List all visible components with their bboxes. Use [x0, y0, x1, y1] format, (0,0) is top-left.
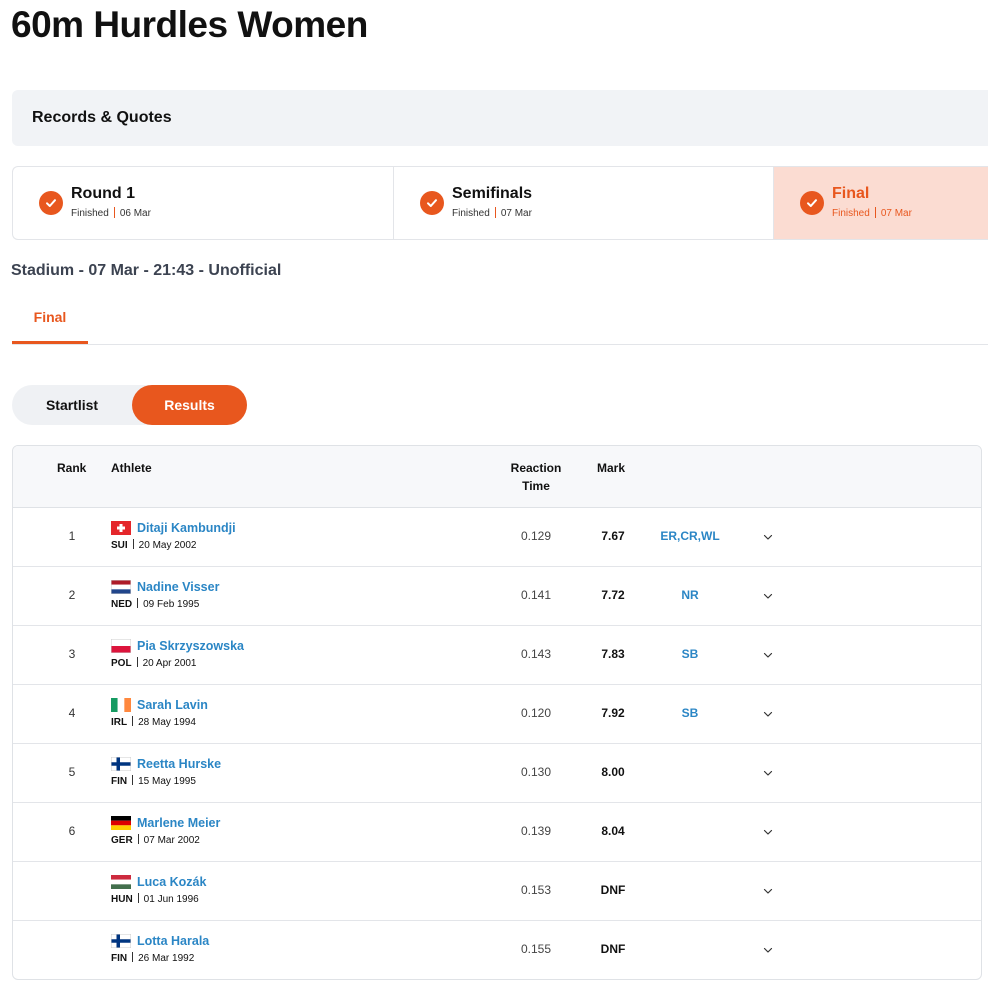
results-button[interactable]: Results	[132, 385, 247, 425]
chevron-down-icon[interactable]	[761, 589, 775, 603]
flag-irl-icon	[111, 698, 131, 712]
athlete-name-link[interactable]: Reetta Hurske	[137, 757, 221, 771]
venue-info: Stadium - 07 Mar - 21:43 - Unofficial	[11, 262, 282, 279]
rank-cell: 3	[68, 647, 76, 661]
check-icon	[39, 191, 63, 215]
table-row: Lotta Harala FIN 26 Mar 1992 0.155 DNF	[13, 921, 981, 979]
records-quotes-label: Records & Quotes	[32, 109, 172, 126]
results-table: Rank Athlete Reaction Time Mark 1 Ditaji K…	[12, 445, 982, 980]
rank-cell: 1	[68, 529, 76, 543]
final-round-tab[interactable]: Final Finished 07 Mar	[773, 167, 988, 239]
reaction-time-cell: 0.143	[520, 647, 552, 661]
reaction-time-cell: 0.130	[520, 765, 552, 779]
rank-cell: 5	[68, 765, 76, 779]
chevron-down-icon[interactable]	[761, 707, 775, 721]
mark-cell: 8.00	[601, 765, 625, 779]
flag-sui-icon	[111, 521, 131, 535]
records-quotes-toggle[interactable]: Records & Quotes	[12, 90, 988, 146]
athlete-details: GER 07 Mar 2002	[111, 834, 200, 846]
flag-ned-icon	[111, 580, 131, 594]
round-meta: Finished 07 Mar	[832, 206, 912, 219]
athlete-name-link[interactable]: Pia Skrzyszowska	[137, 639, 244, 653]
reaction-time-cell: 0.155	[520, 942, 552, 956]
athlete-name-link[interactable]: Nadine Visser	[137, 580, 219, 594]
check-icon	[420, 191, 444, 215]
tab-final[interactable]: Final	[12, 292, 88, 344]
athlete-details: POL 20 Apr 2001	[111, 657, 197, 669]
table-row: Luca Kozák HUN 01 Jun 1996 0.153 DNF	[13, 862, 981, 921]
mark-cell: 8.04	[601, 824, 625, 838]
records-cell: SB	[681, 647, 699, 661]
athlete-name-link[interactable]: Marlene Meier	[137, 816, 220, 830]
athlete-name-link[interactable]: Ditaji Kambundji	[137, 521, 236, 535]
athlete-details: NED 09 Feb 1995	[111, 598, 200, 610]
reaction-time-cell: 0.139	[520, 824, 552, 838]
athlete-details: SUI 20 May 2002	[111, 539, 197, 551]
chevron-down-icon[interactable]	[761, 648, 775, 662]
reaction-time-cell: 0.129	[520, 529, 552, 543]
chevron-down-icon[interactable]	[761, 530, 775, 544]
round-1-tab[interactable]: Round 1 Finished 06 Mar	[13, 167, 393, 239]
round-meta: Finished 06 Mar	[71, 206, 151, 219]
round-selector: Round 1 Finished 06 Mar Semifinals Finish…	[12, 166, 988, 240]
reaction-time-cell: 0.120	[520, 706, 552, 720]
header-athlete: Athlete	[111, 461, 152, 475]
rank-cell: 4	[68, 706, 76, 720]
chevron-down-icon[interactable]	[761, 884, 775, 898]
flag-fin-icon	[111, 757, 131, 771]
athlete-details: FIN 26 Mar 1992	[111, 952, 195, 964]
rank-cell: 2	[68, 588, 76, 602]
check-icon	[800, 191, 824, 215]
table-row: 2 Nadine Visser NED 09 Feb 1995 0.141 7.72 NR	[13, 567, 981, 626]
flag-pol-icon	[111, 639, 131, 653]
table-row: 1 Ditaji Kambundji SUI 20 May 2002 0.129 7.67…	[13, 508, 981, 567]
mark-cell: DNF	[600, 883, 626, 897]
reaction-time-cell: 0.141	[520, 588, 552, 602]
mark-cell: 7.83	[601, 647, 625, 661]
athlete-details: HUN 01 Jun 1996	[111, 893, 199, 905]
table-row: 5 Reetta Hurske FIN 15 May 1995 0.130 8.00	[13, 744, 981, 803]
round-meta: Finished 07 Mar	[452, 206, 532, 219]
athlete-name-link[interactable]: Sarah Lavin	[137, 698, 208, 712]
startlist-button[interactable]: Startlist	[12, 385, 132, 425]
mark-cell: 7.67	[601, 529, 625, 543]
athlete-details: FIN 15 May 1995	[111, 775, 196, 787]
records-cell: SB	[681, 706, 699, 720]
header-mark: Mark	[597, 461, 626, 475]
mark-cell: 7.72	[601, 588, 625, 602]
flag-fin-icon	[111, 934, 131, 948]
round-name: Round 1	[71, 184, 135, 202]
semifinals-tab[interactable]: Semifinals Finished 07 Mar	[393, 167, 773, 239]
page-title: 60m Hurdles Women	[11, 4, 368, 45]
athlete-details: IRL 28 May 1994	[111, 716, 196, 728]
table-row: 3 Pia Skrzyszowska POL 20 Apr 2001 0.143 7.83…	[13, 626, 981, 685]
flag-ger-icon	[111, 816, 131, 830]
records-cell: ER,CR,WL	[660, 529, 720, 543]
records-cell: NR	[681, 588, 699, 602]
header-rank: Rank	[57, 461, 87, 475]
athlete-name-link[interactable]: Luca Kozák	[137, 875, 206, 889]
mark-cell: DNF	[600, 942, 626, 956]
flag-hun-icon	[111, 875, 131, 889]
chevron-down-icon[interactable]	[761, 766, 775, 780]
header-reaction-time: Reaction Time	[510, 461, 562, 493]
round-name: Final	[832, 184, 870, 202]
chevron-down-icon[interactable]	[761, 943, 775, 957]
round-name: Semifinals	[452, 184, 533, 202]
view-toggle: Startlist Results	[12, 385, 247, 425]
heat-tabs: Final	[12, 292, 988, 345]
mark-cell: 7.92	[601, 706, 625, 720]
table-row: 4 Sarah Lavin IRL 28 May 1994 0.120 7.92 SB	[13, 685, 981, 744]
table-header: Rank Athlete Reaction Time Mark	[13, 446, 981, 508]
rank-cell: 6	[68, 824, 76, 838]
athlete-name-link[interactable]: Lotta Harala	[137, 934, 209, 948]
reaction-time-cell: 0.153	[520, 883, 552, 897]
chevron-down-icon[interactable]	[761, 825, 775, 839]
table-row: 6 Marlene Meier GER 07 Mar 2002 0.139 8.04	[13, 803, 981, 862]
